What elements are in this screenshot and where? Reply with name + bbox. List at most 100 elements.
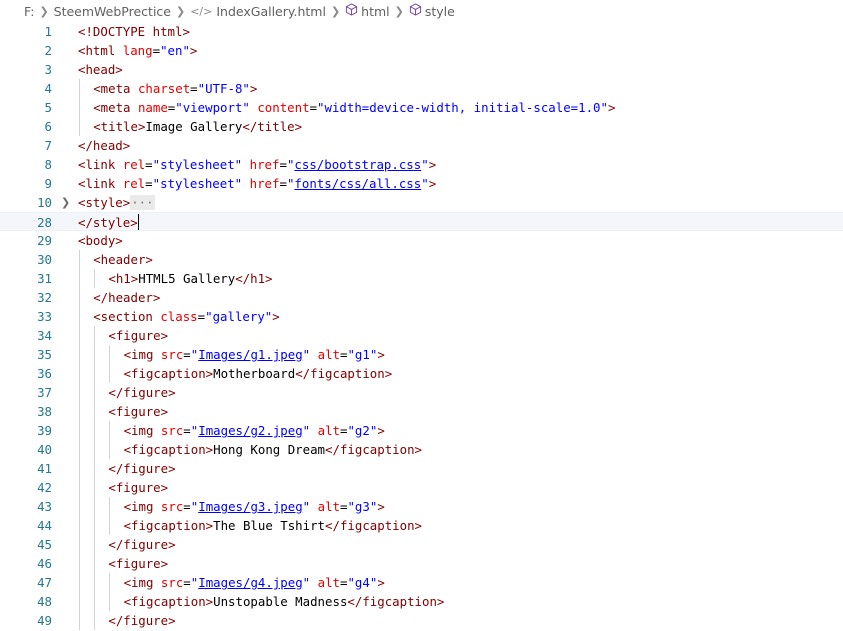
code-token: Hong Kong Dream [213,442,326,457]
code-line[interactable]: 4 <meta charset="UTF-8"> [0,79,843,98]
indent-guide [79,459,80,478]
line-number: 32 [37,290,52,305]
code-text: <figcaption>Motherboard</figcaption> [124,364,393,383]
html-file-icon: </> [190,4,213,18]
breadcrumb-html-node[interactable]: html [361,4,389,19]
line-number: 45 [37,537,52,552]
code-link[interactable]: Images/g2.jpeg [198,423,302,438]
folded-region-ellipsis[interactable]: ··· [130,195,155,210]
code-token: </h1> [235,271,273,286]
code-token: <img [123,499,161,514]
code-token: Unstopable Madness [213,594,348,609]
code-line[interactable]: 8 <link rel="stylesheet" href="css/bootst… [0,155,843,174]
indent-guide [94,402,96,421]
code-link[interactable]: Images/g4.jpeg [198,575,302,590]
fold-chevron-icon[interactable]: ❯ [61,193,70,212]
indent-guide [94,345,96,364]
code-line[interactable]: 40 <figcaption>Hong Kong Dream</figcaptio… [0,440,843,459]
line-number: 1 [44,24,52,39]
code-line[interactable]: 34 <figure> [0,326,843,345]
indent-guide [109,497,111,516]
code-line[interactable]: 6 <title>Image Gallery</title> [0,117,843,136]
code-token: HTML5 Gallery [138,271,236,286]
code-line[interactable]: 38 <figure> [0,402,843,421]
breadcrumb-folder[interactable]: SteemWebPrectice [54,4,171,19]
code-line[interactable]: 35 <img src="Images/g1.jpeg" alt="g1"> [0,345,843,364]
code-line[interactable]: 7 </head> [0,136,843,155]
indent-guide [109,573,111,592]
code-line[interactable]: 32 </header> [0,288,843,307]
breadcrumb-style-node[interactable]: style [425,4,455,19]
line-number: 30 [37,252,52,267]
indent-guide [79,383,80,402]
code-line[interactable]: 44 <figcaption>The Blue Tshirt</figcaptio… [0,516,843,535]
code-line[interactable]: 1 <!DOCTYPE html> [0,22,843,41]
code-line[interactable]: 48 <figcaption>Unstopable Madness</figcap… [0,592,843,611]
code-line[interactable]: 39 <img src="Images/g2.jpeg" alt="g2"> [0,421,843,440]
code-token: charset [137,81,191,96]
code-token: = [145,176,153,191]
code-token: </figure> [108,385,176,400]
code-text: <link rel="stylesheet" href="fonts/css/a… [78,174,436,193]
code-line[interactable]: 31 <h1>HTML5 Gallery</h1> [0,269,843,288]
indent-guide [109,421,111,440]
code-line[interactable]: 9 <link rel="stylesheet" href="fonts/css/… [0,174,843,193]
indent-guide [94,364,96,383]
code-token: alt [317,499,340,514]
code-link[interactable]: Images/g3.jpeg [198,499,302,514]
code-token: <h1> [108,271,139,286]
line-number: 38 [37,404,52,419]
code-line[interactable]: 30 <header> [0,250,843,269]
code-line[interactable]: 2 <html lang="en"> [0,41,843,60]
code-text: </style> [78,213,139,232]
indent-guide [79,250,80,269]
code-line[interactable]: 36 <figcaption>Motherboard</figcaption> [0,364,843,383]
indent-guide [79,269,80,288]
text-cursor [137,214,139,230]
indent-guide [79,497,80,516]
chevron-right-icon: ❯ [394,4,404,18]
code-line[interactable]: 46 <figure> [0,554,843,573]
code-text: <figure> [108,478,168,497]
indent-guide [94,535,96,554]
code-editor[interactable]: 1 <!DOCTYPE html> 2 <html lang="en"> 3 <head>… [0,22,843,630]
indent-guide [109,516,111,535]
code-token: <link [78,157,123,172]
code-token: <meta [93,100,138,115]
indent-guide [79,554,80,573]
indent-guide [109,345,111,364]
code-token: src [160,575,184,590]
code-link[interactable]: css/bootstrap.css [294,157,421,172]
code-line[interactable]: 47 <img src="Images/g4.jpeg" alt="g4"> [0,573,843,592]
code-text: <!DOCTYPE html> [78,22,190,41]
code-line[interactable]: 43 <img src="Images/g3.jpeg" alt="g3"> [0,497,843,516]
code-line[interactable]: 41 </figure> [0,459,843,478]
code-token: > [272,309,280,324]
code-line[interactable]: 28 </style> [0,212,843,231]
code-token: " [421,157,429,172]
code-line[interactable]: 5 <meta name="viewport" content="width=de… [0,98,843,117]
code-line[interactable]: 45 </figure> [0,535,843,554]
code-token: lang [122,43,153,58]
code-token: src [160,347,184,362]
code-link[interactable]: Images/g1.jpeg [198,347,302,362]
code-token: = [279,176,287,191]
code-line[interactable]: 10 ❯ <style>··· [0,193,843,212]
code-token: </figure> [108,537,176,552]
code-line[interactable]: 37 </figure> [0,383,843,402]
code-text: </figure> [108,459,175,478]
line-number: 5 [44,100,52,115]
breadcrumb-drive[interactable]: F: [24,4,34,19]
indent-guide [94,516,96,535]
line-number: 49 [37,613,52,628]
code-line[interactable]: 49 </figure> [0,611,843,630]
code-token: The Blue Tshirt [213,518,326,533]
code-token: <header> [93,252,153,267]
code-link[interactable]: fonts/css/all.css [294,176,421,191]
code-line[interactable]: 33 <section class="gallery"> [0,307,843,326]
code-line[interactable]: 42 <figure> [0,478,843,497]
code-line[interactable]: 3 <head> [0,60,843,79]
code-line[interactable]: 29 <body> [0,231,843,250]
code-text: <head> [78,60,123,79]
breadcrumb-file[interactable]: IndexGallery.html [216,4,326,19]
